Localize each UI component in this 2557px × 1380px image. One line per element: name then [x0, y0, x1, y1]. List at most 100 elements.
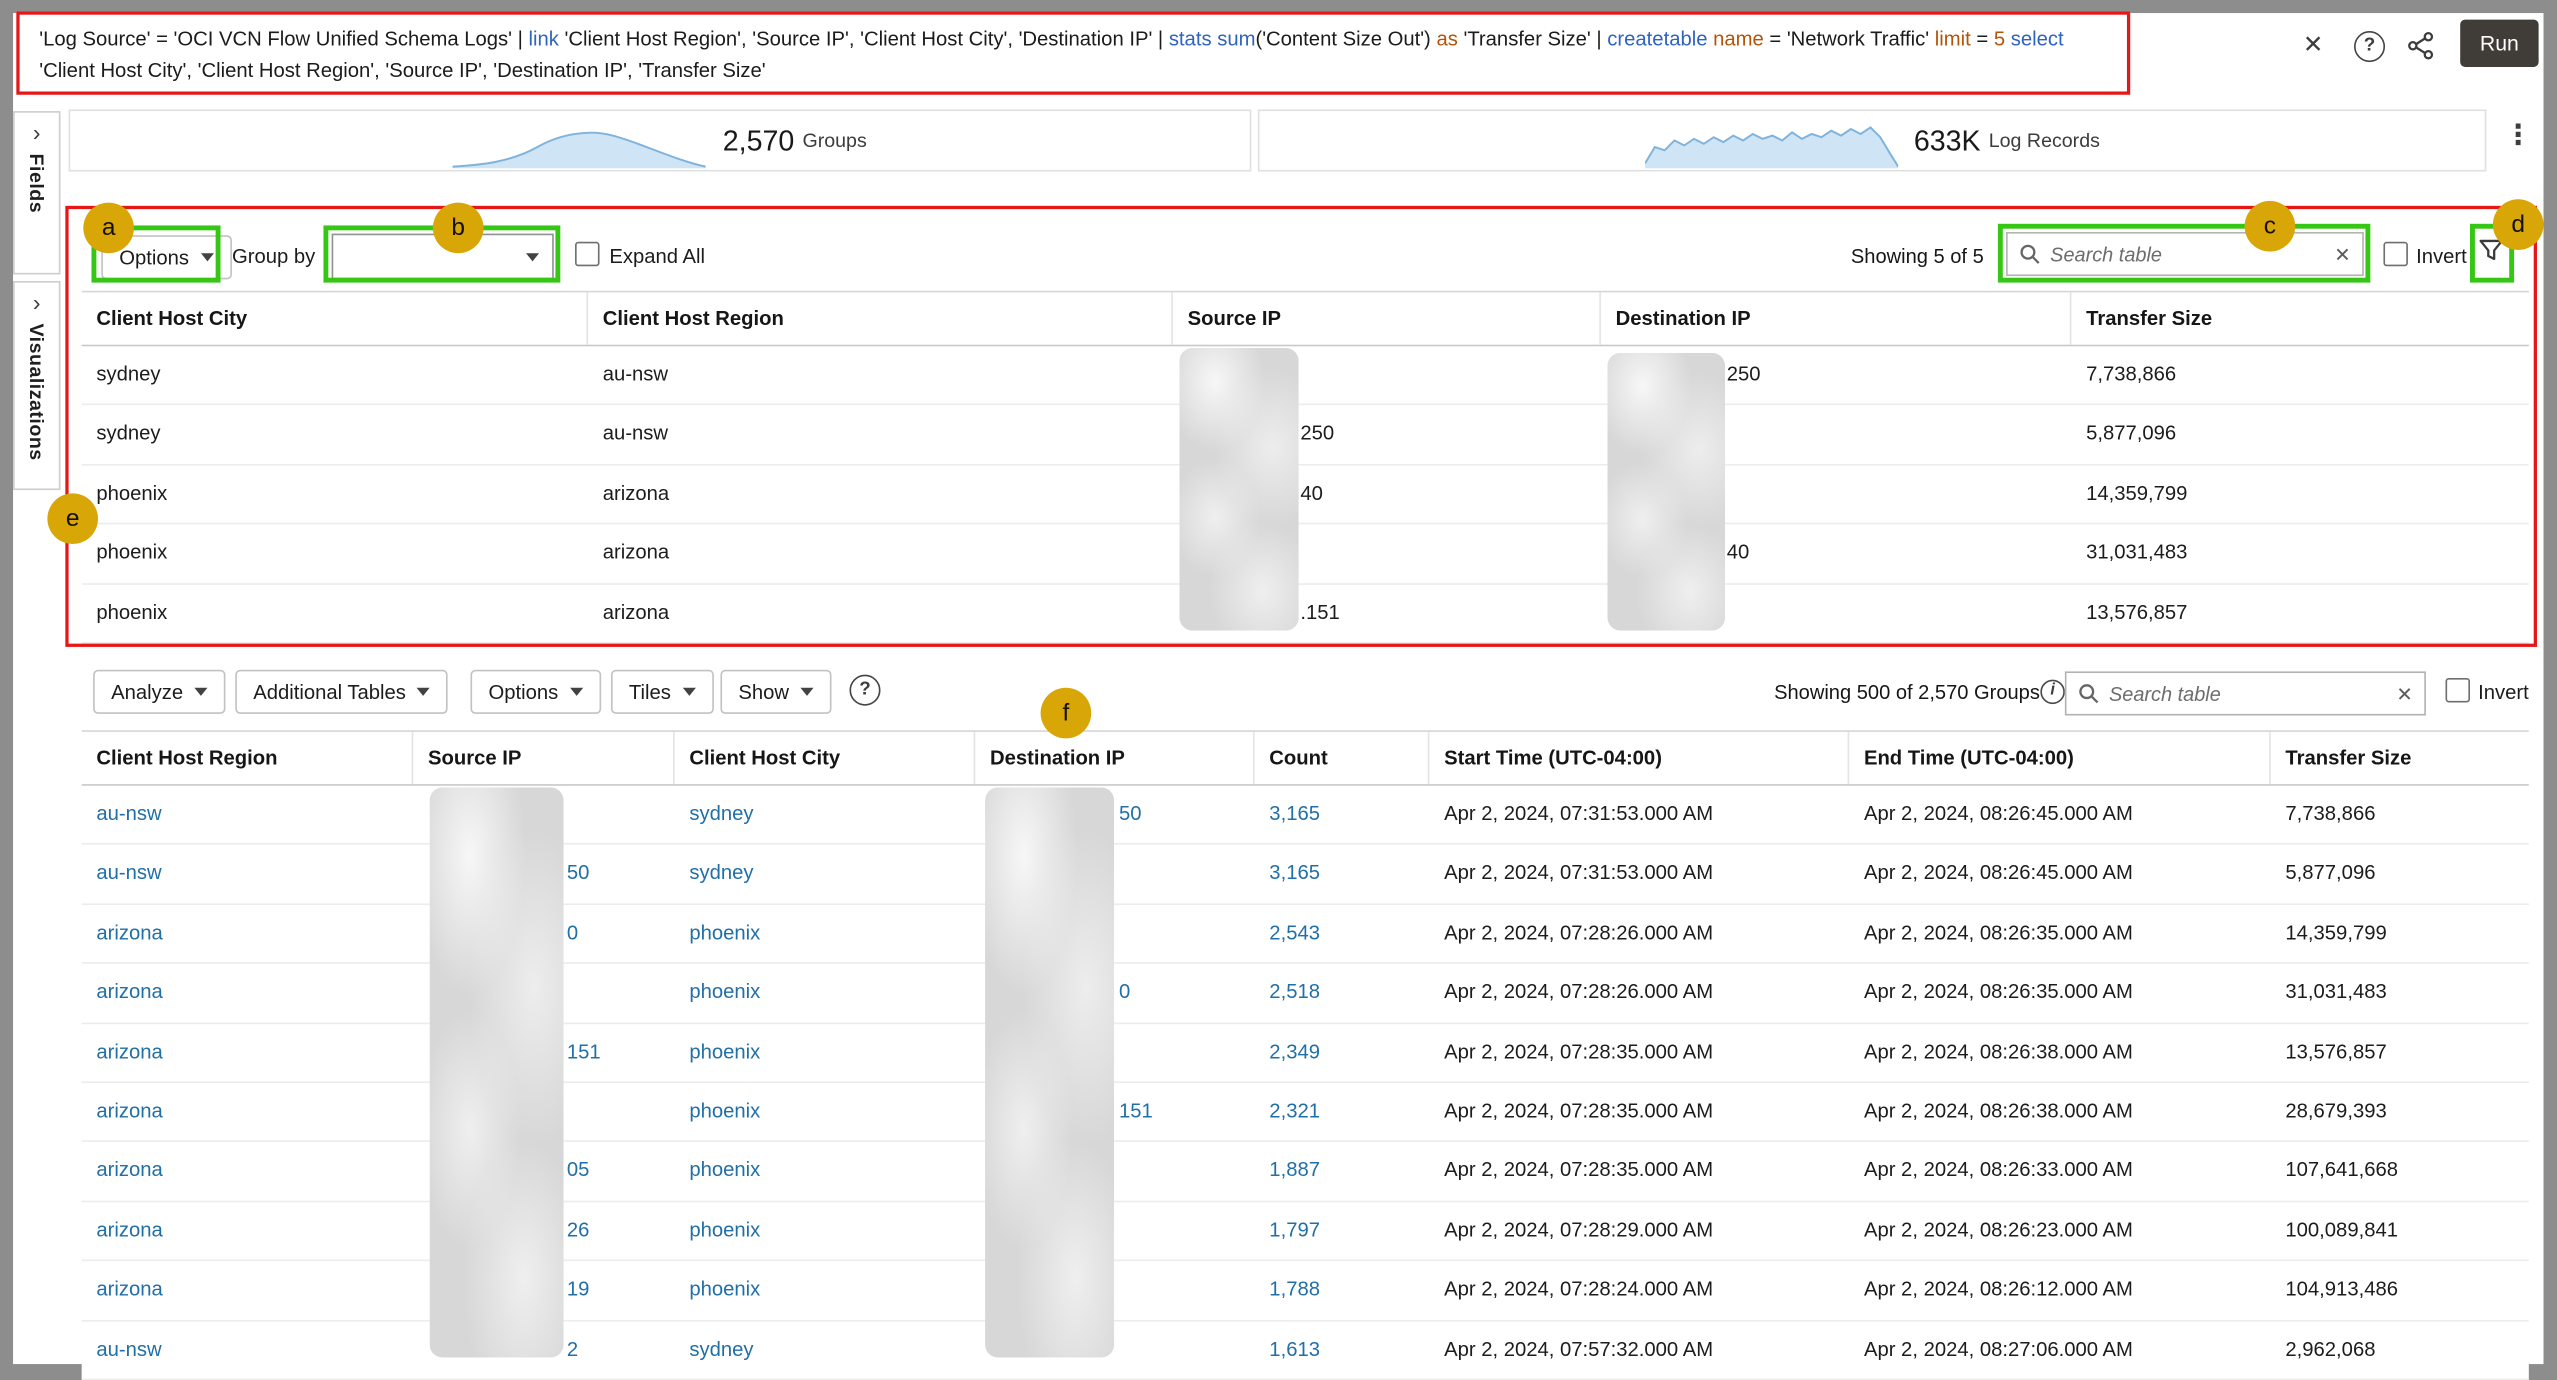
sidebar-tab-visualizations[interactable]: › Visualizations [13, 281, 60, 490]
search-table-input-bottom[interactable] [2109, 682, 2387, 705]
close-icon[interactable]: ✕ [2294, 26, 2333, 65]
cell-client-host-city[interactable]: phoenix [675, 905, 976, 963]
cell-end-time: Apr 2, 2024, 08:26:38.000 AM [1849, 1083, 2270, 1141]
log-records-sparkline [1644, 124, 1897, 170]
chevron-down-icon [800, 688, 813, 696]
funnel-glyph [2478, 239, 2504, 264]
run-button[interactable]: Run [2460, 20, 2538, 67]
query-segment: ('Content Size Out') [1255, 28, 1436, 51]
cell-count[interactable]: 1,613 [1255, 1321, 1430, 1379]
help-icon[interactable]: ? [2354, 31, 2385, 62]
invert-checkbox-bottom[interactable] [2445, 678, 2470, 703]
column-header-destination-ip[interactable]: Destination IP [1601, 292, 2071, 344]
cell-client-host-region[interactable]: au-nsw [82, 845, 414, 903]
invert-checkbox-top[interactable] [2383, 242, 2408, 267]
cell-count[interactable]: 1,797 [1255, 1202, 1430, 1260]
group-by-select[interactable] [332, 234, 554, 280]
share-icon[interactable] [2406, 31, 2435, 60]
cell-client-host-city: sydney [82, 406, 588, 464]
column-header-source-ip[interactable]: Source IP [413, 732, 674, 784]
cell-client-host-region[interactable]: arizona [82, 905, 414, 963]
search-table-box-top[interactable]: ✕ [2006, 232, 2364, 276]
cell-count[interactable]: 2,518 [1255, 964, 1430, 1022]
cell-client-host-region[interactable]: arizona [82, 1261, 414, 1319]
cell-start-time: Apr 2, 2024, 07:31:53.000 AM [1429, 845, 1849, 903]
cell-client-host-city[interactable]: phoenix [675, 1261, 976, 1319]
group-by-label: Group by [232, 245, 315, 268]
additional-tables-dropdown[interactable]: Additional Tables [235, 670, 448, 714]
column-header-client-host-city[interactable]: Client Host City [82, 292, 588, 344]
cell-count[interactable]: 2,321 [1255, 1083, 1430, 1141]
cell-transfer-size: 31,031,483 [2071, 525, 2528, 583]
cell-client-host-region[interactable]: arizona [82, 964, 414, 1022]
network-traffic-table: Client Host CityClient Host RegionSource… [82, 291, 2529, 644]
cell-client-host-region[interactable]: au-nsw [82, 1321, 414, 1379]
cell-count[interactable]: 2,349 [1255, 1024, 1430, 1082]
cell-client-host-city[interactable]: sydney [675, 845, 976, 903]
help-icon[interactable]: ? [849, 675, 880, 706]
cell-transfer-size: 14,359,799 [2271, 905, 2529, 963]
options-dropdown-top[interactable]: Options [101, 235, 231, 279]
cell-transfer-size: 5,877,096 [2071, 406, 2528, 464]
groups-label: Groups [802, 129, 866, 152]
tiles-dropdown[interactable]: Tiles [611, 670, 713, 714]
cell-client-host-region[interactable]: arizona [82, 1083, 414, 1141]
chevron-down-icon [682, 688, 695, 696]
cell-start-time: Apr 2, 2024, 07:28:29.000 AM [1429, 1202, 1849, 1260]
table-row: phoenixarizona.15113,576,857 [82, 584, 2529, 643]
cell-client-host-city[interactable]: phoenix [675, 1142, 976, 1200]
chevron-down-icon [200, 253, 213, 261]
cell-client-host-city[interactable]: phoenix [675, 1202, 976, 1260]
cell-client-host-region[interactable]: arizona [82, 1024, 414, 1082]
cell-count[interactable]: 3,165 [1255, 845, 1430, 903]
filter-icon[interactable] [2478, 239, 2511, 275]
cell-count[interactable]: 3,165 [1255, 786, 1430, 844]
cell-count[interactable]: 1,788 [1255, 1261, 1430, 1319]
search-table-box-bottom[interactable]: ✕ [2065, 671, 2426, 715]
chevron-right-icon: › [33, 119, 41, 145]
cell-count[interactable]: 1,887 [1255, 1142, 1430, 1200]
cell-start-time: Apr 2, 2024, 07:31:53.000 AM [1429, 786, 1849, 844]
query-segment: select [2011, 28, 2064, 51]
cell-count[interactable]: 2,543 [1255, 905, 1430, 963]
cell-transfer-size: 13,576,857 [2071, 584, 2528, 642]
cell-client-host-region[interactable]: arizona [82, 1142, 414, 1200]
cell-client-host-city[interactable]: phoenix [675, 964, 976, 1022]
cell-start-time: Apr 2, 2024, 07:28:24.000 AM [1429, 1261, 1849, 1319]
log-records-count: 633K [1914, 123, 1981, 157]
column-header-transfer-size[interactable]: Transfer Size [2271, 732, 2529, 784]
column-header-start-time-utc-04-00[interactable]: Start Time (UTC-04:00) [1429, 732, 1849, 784]
search-table-input-top[interactable] [2050, 243, 2324, 266]
cell-transfer-size: 28,679,393 [2271, 1083, 2529, 1141]
table-row: phoenixarizona4031,031,483 [82, 525, 2529, 584]
cell-transfer-size: 14,359,799 [2071, 465, 2528, 523]
info-icon[interactable]: i [2040, 680, 2065, 705]
cell-client-host-city[interactable]: sydney [675, 786, 976, 844]
show-dropdown[interactable]: Show [720, 670, 831, 714]
cell-client-host-region: arizona [588, 584, 1173, 642]
column-header-client-host-region[interactable]: Client Host Region [82, 732, 414, 784]
options-dropdown-bottom[interactable]: Options [470, 670, 600, 714]
clear-search-icon[interactable]: ✕ [2396, 682, 2412, 705]
column-header-source-ip[interactable]: Source IP [1173, 292, 1601, 344]
chevron-down-icon [570, 688, 583, 696]
column-header-destination-ip[interactable]: Destination IP [975, 732, 1254, 784]
expand-all-checkbox[interactable] [575, 242, 600, 267]
cell-client-host-region[interactable]: au-nsw [82, 786, 414, 844]
sidebar-tab-label: Fields [25, 154, 48, 214]
column-header-client-host-city[interactable]: Client Host City [675, 732, 976, 784]
column-header-transfer-size[interactable]: Transfer Size [2071, 292, 2528, 344]
cell-client-host-region[interactable]: arizona [82, 1202, 414, 1260]
cell-client-host-city[interactable]: sydney [675, 1321, 976, 1379]
column-header-end-time-utc-04-00[interactable]: End Time (UTC-04:00) [1849, 732, 2270, 784]
column-header-client-host-region[interactable]: Client Host Region [588, 292, 1173, 344]
kebab-menu-icon[interactable]: ⋮ [2504, 119, 2532, 152]
column-header-count[interactable]: Count [1255, 732, 1430, 784]
sidebar-tab-fields[interactable]: › Fields [13, 111, 60, 274]
query-input[interactable]: 'Log Source' = 'OCI VCN Flow Unified Sch… [16, 11, 2130, 94]
analyze-dropdown[interactable]: Analyze [93, 670, 225, 714]
cell-client-host-city[interactable]: phoenix [675, 1024, 976, 1082]
cell-start-time: Apr 2, 2024, 07:57:32.000 AM [1429, 1321, 1849, 1379]
cell-client-host-city[interactable]: phoenix [675, 1083, 976, 1141]
clear-search-icon[interactable]: ✕ [2334, 243, 2350, 266]
